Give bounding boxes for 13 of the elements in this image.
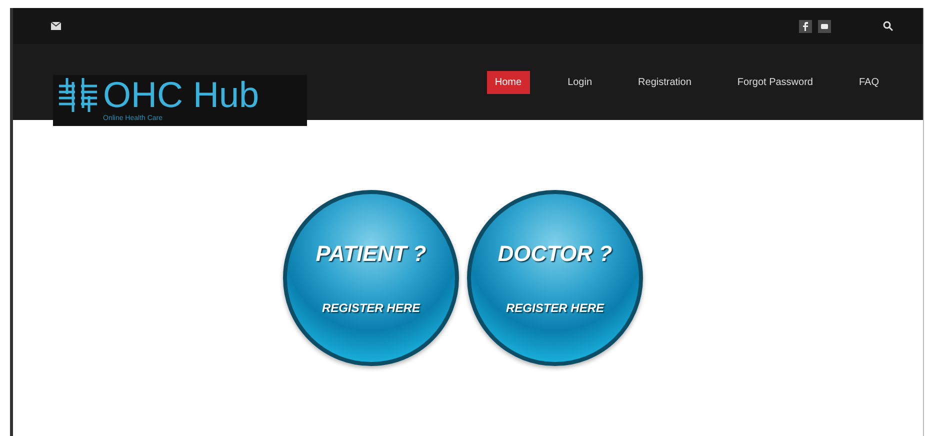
facebook-icon[interactable] (799, 20, 812, 32)
register-button[interactable]: DOCTOR ? REGISTER HERE (467, 190, 643, 366)
logo-icon (57, 76, 99, 114)
register-button[interactable]: PATIENT ? REGISTER HERE (283, 190, 459, 366)
mail-icon (51, 22, 61, 30)
video-icon[interactable] (818, 20, 831, 32)
search-icon[interactable] (883, 21, 893, 31)
nav-link[interactable]: Registration (630, 70, 700, 94)
logo-title[interactable]: OHC Hub (103, 75, 260, 115)
nav-link[interactable]: Login (560, 70, 600, 94)
nav-link[interactable]: Home (486, 70, 530, 94)
nav-link[interactable]: Forgot Password (729, 70, 821, 94)
nav-link[interactable]: FAQ (850, 70, 887, 94)
